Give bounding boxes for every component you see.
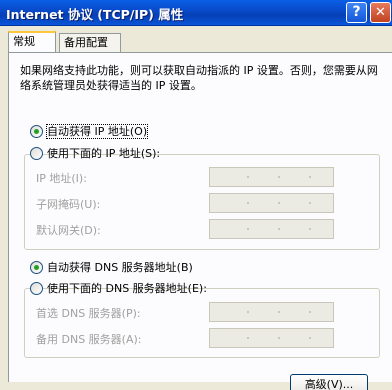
help-button[interactable]: ? xyxy=(346,2,367,23)
radio-manual-dns-indicator[interactable] xyxy=(30,282,43,295)
ip-address-field[interactable] xyxy=(209,167,334,187)
alternate-dns-label: 备用 DNS 服务器(A): xyxy=(36,333,142,346)
radio-manual-ip[interactable]: 使用下面的 IP 地址(S): xyxy=(30,147,160,161)
subnet-mask-field[interactable] xyxy=(209,193,334,213)
radio-auto-dns-indicator[interactable] xyxy=(30,261,43,274)
advanced-button[interactable]: 高级(V)... xyxy=(290,374,368,390)
radio-auto-dns-label[interactable]: 自动获得 DNS 服务器地址(B) xyxy=(47,261,193,274)
preferred-dns-label: 首选 DNS 服务器(P): xyxy=(36,307,141,320)
close-button[interactable]: ✕ xyxy=(370,2,391,23)
tab-general[interactable]: 常规 xyxy=(8,31,56,52)
window-title: Internet 协议 (TCP/IP) 属性 xyxy=(6,7,184,22)
radio-manual-dns-label[interactable]: 使用下面的 DNS 服务器地址(E): xyxy=(47,282,207,295)
subnet-mask-label: 子网掩码(U): xyxy=(36,198,101,211)
ip-address-label: IP 地址(I): xyxy=(36,172,87,185)
preferred-dns-field[interactable] xyxy=(209,302,334,322)
description-text: 如果网络支持此功能，则可以获取自动指派的 IP 设置。否则，您需要从网络系统管理… xyxy=(20,64,378,92)
radio-manual-dns[interactable]: 使用下面的 DNS 服务器地址(E): xyxy=(30,282,207,296)
title-bar[interactable]: Internet 协议 (TCP/IP) 属性 ? ✕ xyxy=(0,0,392,26)
default-gateway-field[interactable] xyxy=(209,219,334,239)
default-gateway-label: 默认网关(D): xyxy=(36,224,101,237)
radio-manual-ip-indicator[interactable] xyxy=(30,147,43,160)
alternate-dns-field[interactable] xyxy=(209,328,334,348)
radio-auto-ip-label[interactable]: 自动获得 IP 地址(O) xyxy=(45,124,149,139)
tab-alternate-config[interactable]: 备用配置 xyxy=(59,33,121,52)
radio-auto-ip-indicator[interactable] xyxy=(30,125,43,138)
radio-manual-ip-label[interactable]: 使用下面的 IP 地址(S): xyxy=(47,147,160,160)
